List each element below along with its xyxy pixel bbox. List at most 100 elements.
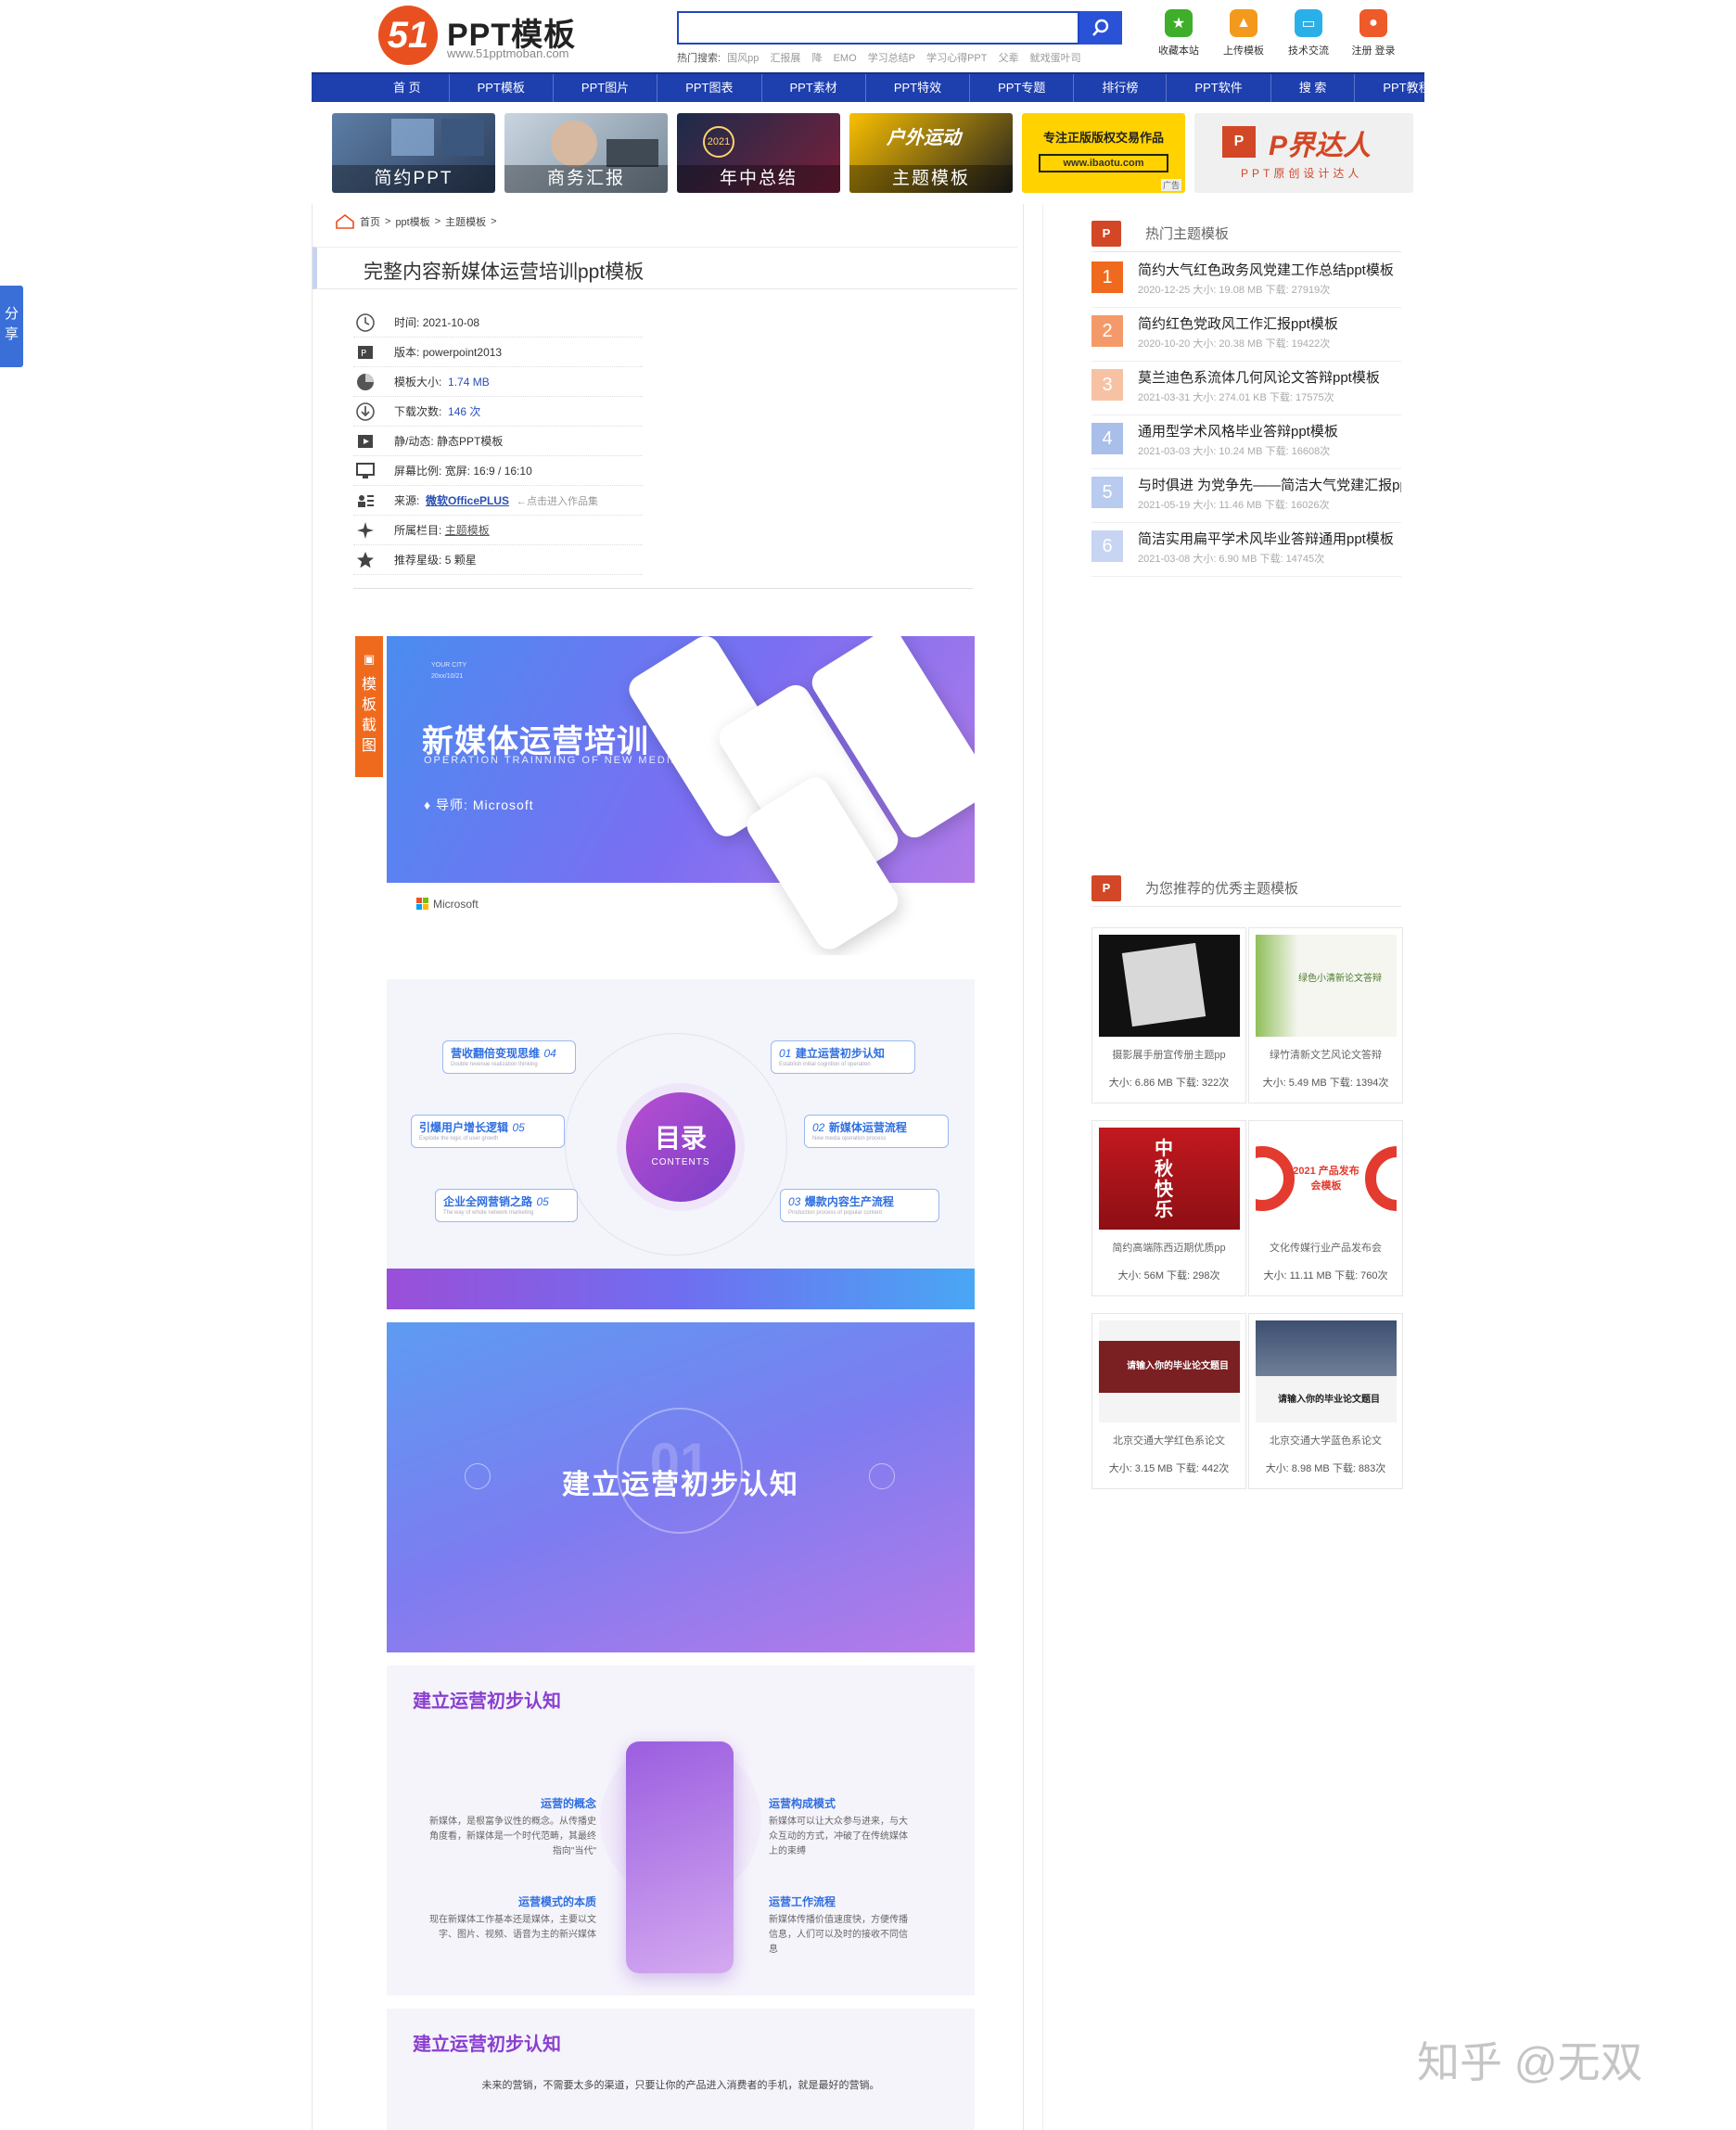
info-value: 宽屏: 16:9 / 16:10 [444,465,532,478]
breadcrumb-home[interactable]: 首页 [360,214,380,229]
nav-ppt-tutorials[interactable]: PPT教程 [1355,74,1458,102]
nav-ppt-charts[interactable]: PPT图表 [657,74,762,102]
contents-item: 营收翻倍变现思维 04 Double revenue realization t… [442,1040,576,1074]
upload-template-button[interactable]: ▲ 上传模板 [1217,9,1270,57]
recommend-card[interactable]: 2021 产品发布会模板 文化传媒行业产品发布会 大小: 11.11 MB 下载… [1248,1120,1403,1296]
nav-ranking[interactable]: 排行榜 [1074,74,1168,102]
monitor-icon [353,459,377,483]
slide-section-01: 01 建立运营初步认知 [387,1322,975,1652]
hot-item-title[interactable]: 简洁实用扁平学术风毕业答辩通用ppt模板 [1138,529,1401,548]
recommend-name[interactable]: 简约高端陈西迈期优质pp [1092,1240,1245,1255]
nav-ppt-images[interactable]: PPT图片 [554,74,658,102]
recommend-thumbnail[interactable]: 绿色小清新论文答辩 [1256,935,1397,1037]
svg-text:P: P [361,349,366,359]
hot-item-meta: 2021-03-31 大小: 274.01 KB 下载: 17575次 [1138,392,1334,403]
banner-master-title: P界达人 [1269,131,1372,161]
hot-item-title[interactable]: 莫兰迪色系流体几何风论文答辩ppt模板 [1138,367,1401,387]
banner-ppt-master[interactable]: P P界达人 PPT原创设计达人 [1194,113,1413,193]
recommend-thumbnail[interactable]: 2021 产品发布会模板 [1256,1128,1397,1230]
banner-ibaotu-ad[interactable]: 专注正版版权交易作品 www.ibaotu.com 广告 [1022,113,1185,193]
recommend-name[interactable]: 文化传媒行业产品发布会 [1249,1240,1402,1255]
hot-term[interactable]: 降 [812,53,823,64]
info-ratio: 屏幕比例: 宽屏: 16:9 / 16:10 [353,456,643,486]
hot-list-item[interactable]: 2 简约红色党政风工作汇报ppt模板 2020-10-20 大小: 20.38 … [1091,308,1401,362]
share-tab[interactable]: 分享 [0,286,23,367]
hot-term[interactable]: 鱿戏蛋叶司 [1030,53,1081,64]
recommend-meta: 大小: 8.98 MB 下载: 883次 [1265,1463,1386,1474]
hot-term[interactable]: 学习总结P [868,53,915,64]
info-label: 下载次数: [394,405,442,418]
recommend-thumbnail[interactable]: 请输入你的毕业论文题目 [1256,1320,1397,1422]
recommend-name[interactable]: 北京交通大学蓝色系论文 [1249,1433,1402,1448]
banner-simple-ppt[interactable]: 简约PPT [332,113,495,193]
logo-mark: 51 [378,6,438,65]
tech-exchange-button[interactable]: ▭ 技术交流 [1282,9,1335,57]
nav-home[interactable]: 首 页 [365,74,450,102]
nav-search[interactable]: 搜 索 [1271,74,1356,102]
clock-icon [353,311,377,335]
recommend-thumbnail[interactable]: 中秋快乐 [1099,1128,1240,1230]
hot-list-item[interactable]: 4 通用型学术风格毕业答辩ppt模板 2021-03-03 大小: 10.24 … [1091,415,1401,469]
hot-item-title[interactable]: 简约红色党政风工作汇报ppt模板 [1138,313,1401,333]
recommend-card[interactable]: 中秋快乐 简约高端陈西迈期优质pp 大小: 56M 下载: 298次 [1091,1120,1246,1296]
contents-title: 目录 [654,1124,707,1153]
recommend-name[interactable]: 北京交通大学红色系论文 [1092,1433,1245,1448]
hot-term[interactable]: 学习心得PPT [926,53,987,64]
banner-theme-templates[interactable]: 户外运动 主题模板 [849,113,1013,193]
recommend-thumbnail[interactable]: 请输入你的毕业论文题目 [1099,1320,1240,1422]
banner-caption: 年中总结 [677,165,840,193]
site-logo[interactable]: 51 PPT模板 www.51pptmoban.com [378,6,592,65]
hot-list-item[interactable]: 6 简洁实用扁平学术风毕业答辩通用ppt模板 2021-03-08 大小: 6.… [1091,523,1401,577]
contents-item: 03 爆款内容生产流程 Production process of popula… [780,1189,939,1222]
hot-term[interactable]: 汇报展 [770,53,800,64]
microphone-icon: ♦ [424,797,432,812]
breadcrumb-theme-templates[interactable]: 主题模板 [445,214,486,229]
info-label: 所属栏目: [394,524,442,537]
bookmark-site-button[interactable]: ★ 收藏本站 [1152,9,1206,57]
recommend-card[interactable]: 请输入你的毕业论文题目 北京交通大学红色系论文 大小: 3.15 MB 下载: … [1091,1313,1246,1489]
search-button[interactable] [1079,11,1122,45]
info-divider [353,588,973,589]
column-link[interactable]: 主题模板 [445,522,490,538]
rank-badge: 6 [1091,530,1123,562]
hot-list-item[interactable]: 3 莫兰迪色系流体几何风论文答辩ppt模板 2021-03-31 大小: 274… [1091,362,1401,415]
hot-list-item[interactable]: 5 与时俱进 为党争先——简洁大气党建汇报ppt模板 2021-05-19 大小… [1091,469,1401,523]
hot-term[interactable]: EMO [834,53,857,64]
banner-midyear-summary[interactable]: 2021 年中总结 [677,113,840,193]
nav-ppt-effects[interactable]: PPT特效 [866,74,971,102]
hot-item-title[interactable]: 与时俱进 为党争先——简洁大气党建汇报ppt模板 [1138,475,1401,494]
hot-term[interactable]: 父辈 [999,53,1019,64]
recommend-meta: 大小: 11.11 MB 下载: 760次 [1263,1270,1388,1282]
concept-block: 运营模式的本质 现在新媒体工作基本还是媒体，主要以文字、图片、视频、语音为主的新… [424,1894,596,1943]
hot-item-title[interactable]: 简约大气红色政务风党建工作总结ppt模板 [1138,260,1401,279]
rank-badge: 1 [1091,261,1123,293]
pie-icon [353,370,377,394]
microsoft-text: Microsoft [433,898,479,911]
recommend-card[interactable]: 请输入你的毕业论文题目 北京交通大学蓝色系论文 大小: 8.98 MB 下载: … [1248,1313,1403,1489]
recommend-card[interactable]: 绿色小清新论文答辩 绿竹清新文艺风论文答辩 大小: 5.49 MB 下载: 13… [1248,927,1403,1103]
contents-item-sub: Double revenue realization thinking [451,1062,538,1067]
search-input[interactable] [677,11,1079,45]
nav-ppt-materials[interactable]: PPT素材 [762,74,866,102]
recommend-thumbnail[interactable] [1099,935,1240,1037]
cover-lecturer: ♦ 导师: Microsoft [424,796,534,814]
recommend-name[interactable]: 摄影展手册宣传册主题pp [1092,1047,1245,1062]
nav-ppt-topics[interactable]: PPT专题 [970,74,1075,102]
register-login-button[interactable]: ● 注册 登录 [1347,9,1400,57]
breadcrumb: 首页 > ppt模板 > 主题模板 > [335,213,497,230]
source-link[interactable]: 微软OfficePLUS [426,492,509,508]
info-source: 来源: 微软OfficePLUS ←点击进入作品集 [353,486,643,516]
banner-business-report[interactable]: 商务汇报 [504,113,668,193]
recommend-name[interactable]: 绿竹清新文艺风论文答辩 [1249,1047,1402,1062]
user-icon: ● [1359,9,1387,37]
breadcrumb-ppt-templates[interactable]: ppt模板 [395,214,429,229]
hot-term[interactable]: 国风pp [727,53,759,64]
nav-ppt-software[interactable]: PPT软件 [1167,74,1271,102]
recommend-card[interactable]: 摄影展手册宣传册主题pp 大小: 6.86 MB 下载: 322次 [1091,927,1246,1103]
hot-list-item[interactable]: 1 简约大气红色政务风党建工作总结ppt模板 2020-12-25 大小: 19… [1091,254,1401,308]
powerpoint-file-icon: P [353,340,377,364]
nav-ppt-templates[interactable]: PPT模板 [450,74,554,102]
info-motion: 静/动态: 静态PPT模板 [353,427,643,456]
hot-item-title[interactable]: 通用型学术风格毕业答辩ppt模板 [1138,421,1401,440]
powerpoint-icon: P [1091,874,1121,901]
